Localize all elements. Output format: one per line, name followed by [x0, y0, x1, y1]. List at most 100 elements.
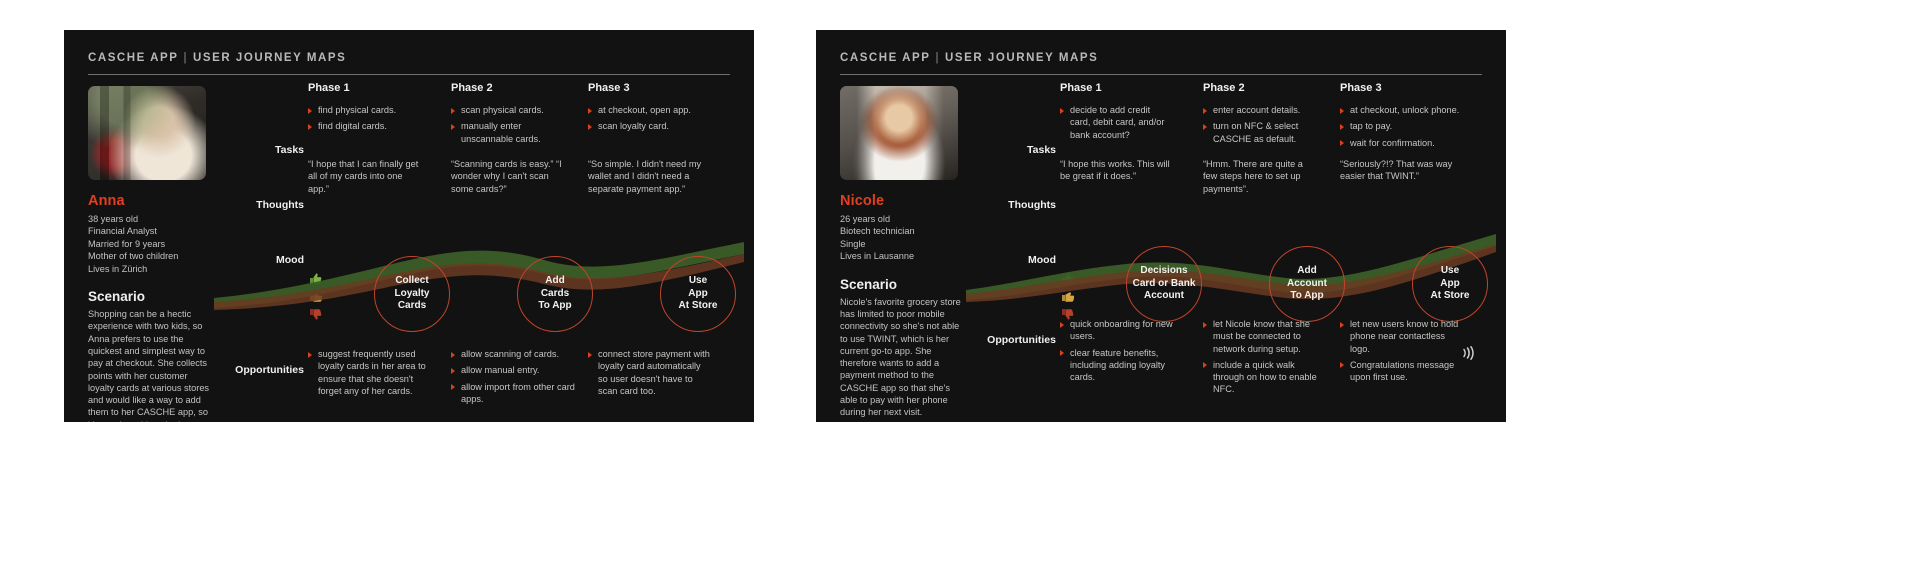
opportunity-item: connect store payment with loyalty card … — [588, 348, 710, 397]
journey-stage-circle: Collect Loyalty Cards — [374, 256, 450, 332]
task-item: at checkout, open app. — [588, 104, 713, 116]
opportunity-item: include a quick walk through on how to e… — [1203, 359, 1328, 396]
task-item: wait for confirmation. — [1340, 137, 1470, 149]
thoughts-cell: “Hmm. There are quite a few steps here t… — [1203, 159, 1303, 194]
scenario-heading: Scenario — [88, 289, 146, 305]
task-item: scan loyalty card. — [588, 120, 713, 132]
persona-meta-line: Mother of two children — [88, 251, 179, 262]
opportunities-cell: suggest frequently used loyalty cards in… — [308, 348, 428, 401]
panel-app-name: CASCHE APP — [88, 52, 179, 64]
row-label-opportunities: Opportunities — [235, 364, 304, 376]
persona-meta-line: Single — [840, 238, 866, 249]
task-item: manually enter unscannable cards. — [451, 120, 571, 145]
opportunity-item: quick onboarding for new users. — [1060, 318, 1178, 343]
tasks-list: at checkout, open app. scan loyalty card… — [588, 104, 713, 133]
opportunities-list: connect store payment with loyalty card … — [588, 348, 710, 397]
opportunities-cell: let new users know to hold phone near co… — [1340, 318, 1465, 387]
header-divider — [88, 74, 730, 75]
persona-name: Anna — [88, 193, 125, 209]
tasks-cell: scan physical cards. manually enter unsc… — [451, 104, 571, 149]
thoughts-cell: “I hope this works. This will be great i… — [1060, 159, 1170, 182]
row-label-thoughts: Thoughts — [1008, 199, 1056, 211]
persona-meta: 38 years old Financial Analyst Married f… — [88, 213, 208, 275]
tasks-list: enter account details. turn on NFC & sel… — [1203, 104, 1323, 145]
opportunities-list: suggest frequently used loyalty cards in… — [308, 348, 428, 397]
persona-meta-line: Lives in Zürich — [88, 263, 148, 274]
tasks-cell: at checkout, open app. scan loyalty card… — [588, 104, 713, 137]
thoughts-cell: “Seriously?!? That was way easier that T… — [1340, 159, 1453, 182]
opportunities-list: allow scanning of cards. allow manual en… — [451, 348, 576, 405]
tasks-cell: enter account details. turn on NFC & sel… — [1203, 104, 1323, 149]
tasks-list: decide to add credit card, debit card, a… — [1060, 104, 1170, 141]
panel-section-name: USER JOURNEY MAPS — [945, 52, 1099, 64]
thoughts-cell: “Scanning cards is easy.” “I wonder why … — [451, 159, 562, 194]
panel-header-anna: CASCHE APP | USER JOURNEY MAPS — [88, 52, 346, 64]
journey-stage-label: Collect Loyalty Cards — [394, 275, 430, 312]
journey-stage-label: Use App At Store — [678, 275, 718, 312]
journey-stage-circle: Add Account To App — [1269, 246, 1345, 322]
opportunity-item: allow manual entry. — [451, 364, 576, 376]
scenario-text: Nicole's favorite grocery store has limi… — [840, 296, 961, 418]
panel-app-name: CASCHE APP — [840, 52, 931, 64]
journey-stage-circle: Add Cards To App — [517, 256, 593, 332]
phase-heading: Phase 2 — [451, 82, 493, 94]
opportunities-list: let new users know to hold phone near co… — [1340, 318, 1465, 383]
opportunities-cell: quick onboarding for new users. clear fe… — [1060, 318, 1178, 387]
panel-header-nicole: CASCHE APP | USER JOURNEY MAPS — [840, 52, 1098, 64]
panel-header-separator: | — [183, 52, 189, 64]
opportunity-item: allow import from other card apps. — [451, 381, 576, 406]
task-item: tap to pay. — [1340, 120, 1470, 132]
tasks-list: scan physical cards. manually enter unsc… — [451, 104, 571, 145]
opportunities-cell: connect store payment with loyalty card … — [588, 348, 710, 401]
journey-map-panel-nicole: CASCHE APP | USER JOURNEY MAPS Nicole 26 y… — [816, 30, 1506, 422]
persona-meta-line: Lives in Lausanne — [840, 251, 915, 262]
opportunity-item: suggest frequently used loyalty cards in… — [308, 348, 428, 397]
opportunities-cell: allow scanning of cards. allow manual en… — [451, 348, 576, 409]
nicole-photo — [840, 86, 958, 180]
journey-stage-label: Add Account To App — [1287, 265, 1327, 302]
phase-heading: Phase 2 — [1203, 82, 1245, 94]
task-item: find physical cards. — [308, 104, 428, 116]
persona-meta-line: 38 years old — [88, 214, 139, 224]
persona-meta-line: Biotech technician — [840, 226, 915, 237]
tasks-list: at checkout, unlock phone. tap to pay. w… — [1340, 104, 1470, 149]
contactless-logo-icon — [1463, 346, 1474, 360]
journey-stage-circle: Decisions Card or Bank Account — [1126, 246, 1202, 322]
row-label-tasks: Tasks — [275, 144, 304, 156]
journey-stage-label: Use App At Store — [1430, 265, 1470, 302]
persona-meta-line: Financial Analyst — [88, 226, 157, 237]
opportunity-item: let new users know to hold phone near co… — [1340, 318, 1465, 355]
tasks-cell: find physical cards. find digital cards. — [308, 104, 428, 137]
phase-heading: Phase 1 — [1060, 82, 1102, 94]
row-label-tasks: Tasks — [1027, 144, 1056, 156]
opportunities-cell: let Nicole know that she must be connect… — [1203, 318, 1328, 400]
task-item: at checkout, unlock phone. — [1340, 104, 1470, 116]
row-label-thoughts: Thoughts — [256, 199, 304, 211]
opportunities-list: quick onboarding for new users. clear fe… — [1060, 318, 1178, 383]
scenario-heading: Scenario — [840, 276, 898, 292]
phase-heading: Phase 3 — [1340, 82, 1382, 94]
opportunities-list: let Nicole know that she must be connect… — [1203, 318, 1328, 396]
persona-block-anna: Anna 38 years old Financial Analyst Marr… — [88, 86, 210, 422]
persona-meta: 26 years old Biotech technician Single L… — [840, 213, 960, 263]
slide-canvas: CASCHE APP | USER JOURNEY MAPS Anna 38 yea… — [0, 0, 1920, 561]
panel-section-name: USER JOURNEY MAPS — [193, 52, 347, 64]
task-item: decide to add credit card, debit card, a… — [1060, 104, 1170, 141]
task-item: find digital cards. — [308, 120, 428, 132]
scenario-text: Shopping can be a hectic experience with… — [88, 309, 210, 422]
panel-header-separator: | — [935, 52, 941, 64]
tasks-list: find physical cards. find digital cards. — [308, 104, 428, 133]
journey-stage-circle: Use App At Store — [1412, 246, 1488, 322]
persona-meta-line: 26 years old — [840, 214, 891, 224]
journey-stage-label: Decisions Card or Bank Account — [1132, 265, 1196, 302]
tasks-cell: decide to add credit card, debit card, a… — [1060, 104, 1170, 145]
task-item: scan physical cards. — [451, 104, 571, 116]
persona-meta-line: Married for 9 years — [88, 238, 166, 249]
journey-map-panel-anna: CASCHE APP | USER JOURNEY MAPS Anna 38 yea… — [64, 30, 754, 422]
thoughts-cell: “I hope that I can finally get all of my… — [308, 159, 419, 194]
anna-photo — [88, 86, 206, 180]
persona-block-nicole: Nicole 26 years old Biotech technician S… — [840, 86, 961, 419]
header-divider — [840, 74, 1482, 75]
opportunity-item: allow scanning of cards. — [451, 348, 576, 360]
opportunity-item: let Nicole know that she must be connect… — [1203, 318, 1328, 355]
